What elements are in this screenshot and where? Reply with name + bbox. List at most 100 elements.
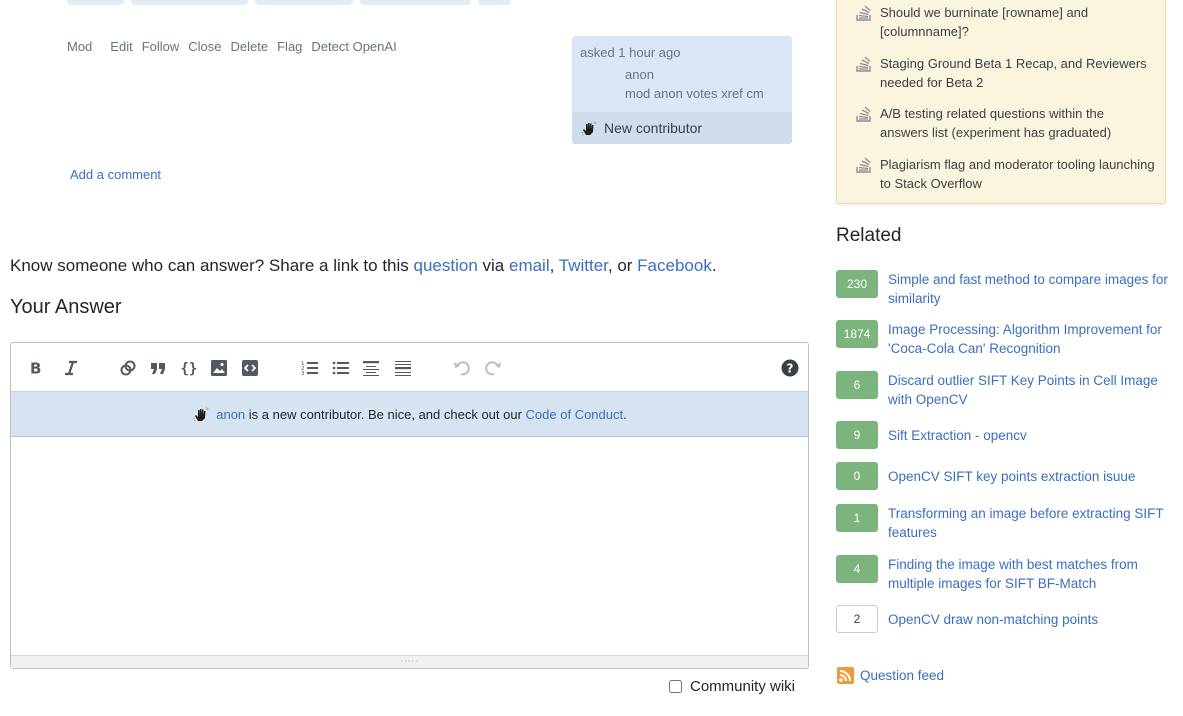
featured-meta-link[interactable]: Plagiarism flag and moderator tooling la… (880, 155, 1155, 193)
related-item: 6 Discard outlier SIFT Key Points in Cel… (836, 371, 1171, 409)
add-comment-link[interactable]: Add a comment (70, 167, 161, 182)
bold-button[interactable]: B (24, 357, 46, 379)
related-question-link[interactable]: Discard outlier SIFT Key Points in Cell … (888, 371, 1171, 409)
related-question-link[interactable]: Sift Extraction - opencv (888, 426, 1027, 449)
delete-button[interactable]: Delete (231, 39, 269, 54)
share-text: via (477, 256, 509, 275)
featured-meta-link[interactable]: Should we burninate [rowname] and [colum… (880, 3, 1155, 41)
detect-openai-button[interactable]: Detect OpenAI (311, 39, 396, 54)
tag-list (67, 0, 511, 5)
image-icon (211, 360, 227, 376)
redo-icon (485, 361, 501, 376)
answer-editor: B {} 123 ? anon is a new contributor. Be… (10, 342, 809, 669)
italic-icon (65, 360, 77, 376)
question-feed-label: Question feed (860, 668, 945, 683)
tag[interactable] (255, 0, 353, 5)
related-score-badge: 2 (836, 605, 878, 633)
new-contributor-label: New contributor (604, 120, 703, 136)
featured-meta-item[interactable]: Plagiarism flag and moderator tooling la… (855, 155, 1155, 193)
community-wiki-option[interactable]: Community wiki (669, 678, 795, 695)
email-link[interactable]: email (509, 256, 550, 275)
undo-icon (454, 361, 470, 376)
heading-button[interactable] (360, 357, 382, 379)
asked-time: asked 1 hour ago (580, 45, 681, 60)
code-of-conduct-link[interactable]: Code of Conduct (526, 407, 624, 422)
svg-text:3: 3 (301, 371, 305, 377)
horizontal-rule-icon (395, 361, 411, 376)
share-text: , (549, 256, 559, 275)
new-contributor-badge: New contributor (572, 112, 792, 144)
notice-text: is a new contributor. Be nice, and check… (245, 406, 526, 422)
meta-stack-icon (856, 106, 871, 122)
help-icon: ? (781, 359, 799, 377)
help-button[interactable]: ? (779, 357, 801, 379)
question-feed-link[interactable]: Question feed (837, 667, 944, 684)
featured-meta-link[interactable]: Staging Ground Beta 1 Recap, and Reviewe… (880, 54, 1155, 92)
snippet-button[interactable] (239, 357, 261, 379)
facebook-link[interactable]: Facebook (637, 256, 712, 275)
share-text: . (711, 256, 717, 275)
post-menu: Mod Edit Follow Close Delete Flag Detect… (67, 39, 406, 54)
related-item: 2 OpenCV draw non-matching points (836, 605, 1171, 633)
tag[interactable] (478, 0, 511, 5)
svg-text:{}: {} (181, 361, 198, 377)
related-question-link[interactable]: Simple and fast method to compare images… (888, 270, 1171, 308)
question-link[interactable]: question (414, 256, 478, 275)
waving-hand-icon (581, 120, 597, 136)
code-button[interactable]: {} (178, 357, 200, 379)
resize-grip[interactable]: ····· (11, 655, 808, 668)
flag-button[interactable]: Flag (277, 39, 302, 54)
rss-icon (837, 667, 854, 684)
italic-button[interactable] (60, 357, 82, 379)
related-question-link[interactable]: OpenCV draw non-matching points (888, 610, 1098, 633)
related-score-badge: 1874 (836, 320, 878, 348)
close-button[interactable]: Close (188, 39, 221, 54)
tag[interactable] (131, 0, 248, 5)
featured-meta-item[interactable]: Should we burninate [rowname] and [colum… (855, 3, 1155, 41)
undo-button[interactable] (451, 357, 473, 379)
ordered-list-button[interactable]: 123 (299, 357, 321, 379)
blockquote-button[interactable] (147, 357, 169, 379)
related-score-badge: 0 (836, 462, 878, 490)
snippet-icon (242, 360, 258, 376)
notice-user-link[interactable]: anon (216, 407, 245, 422)
horizontal-rule-button[interactable] (392, 357, 414, 379)
heading-icon (363, 361, 379, 376)
community-wiki-label: Community wiki (690, 678, 796, 695)
meta-stack-icon (856, 157, 871, 173)
image-button[interactable] (208, 357, 230, 379)
related-question-link[interactable]: Image Processing: Algorithm Improvement … (888, 320, 1171, 358)
link-button[interactable] (117, 357, 139, 379)
answer-body-input[interactable] (11, 437, 808, 655)
editor-toolbar: B {} 123 ? (11, 343, 808, 391)
featured-meta-item[interactable]: Staging Ground Beta 1 Recap, and Reviewe… (855, 54, 1155, 92)
related-item: 9 Sift Extraction - opencv (836, 421, 1171, 449)
unordered-list-button[interactable] (330, 357, 352, 379)
twitter-link[interactable]: Twitter (559, 256, 608, 275)
community-wiki-checkbox[interactable] (669, 680, 682, 693)
share-prompt: Know someone who can answer? Share a lin… (10, 256, 717, 276)
related-question-link[interactable]: Transforming an image before extracting … (888, 504, 1171, 542)
edit-button[interactable]: Edit (110, 39, 132, 54)
mod-menu-button[interactable]: Mod (67, 39, 92, 54)
related-item: 4 Finding the image with best matches fr… (836, 555, 1171, 593)
tag[interactable] (360, 0, 471, 5)
ordered-list-icon: 123 (301, 361, 318, 377)
related-question-link[interactable]: OpenCV SIFT key points extraction isuue (888, 467, 1135, 490)
related-item: 1874 Image Processing: Algorithm Improve… (836, 320, 1171, 358)
tag[interactable] (67, 0, 124, 5)
user-name[interactable]: anon (625, 67, 654, 82)
new-contributor-notice: anon is a new contributor. Be nice, and … (11, 391, 808, 437)
meta-stack-icon (856, 5, 871, 21)
featured-meta-link[interactable]: A/B testing related questions within the… (880, 104, 1155, 142)
related-score-badge: 1 (836, 504, 878, 532)
related-question-link[interactable]: Finding the image with best matches from… (888, 555, 1171, 593)
related-item: 0 OpenCV SIFT key points extraction isuu… (836, 462, 1171, 490)
featured-meta-item[interactable]: A/B testing related questions within the… (855, 104, 1155, 142)
waving-hand-icon (193, 406, 209, 422)
redo-button[interactable] (482, 357, 504, 379)
quote-icon (151, 363, 165, 374)
user-card: asked 1 hour ago anon mod anon votes xre… (572, 36, 792, 144)
svg-text:?: ? (787, 362, 794, 376)
follow-button[interactable]: Follow (142, 39, 180, 54)
